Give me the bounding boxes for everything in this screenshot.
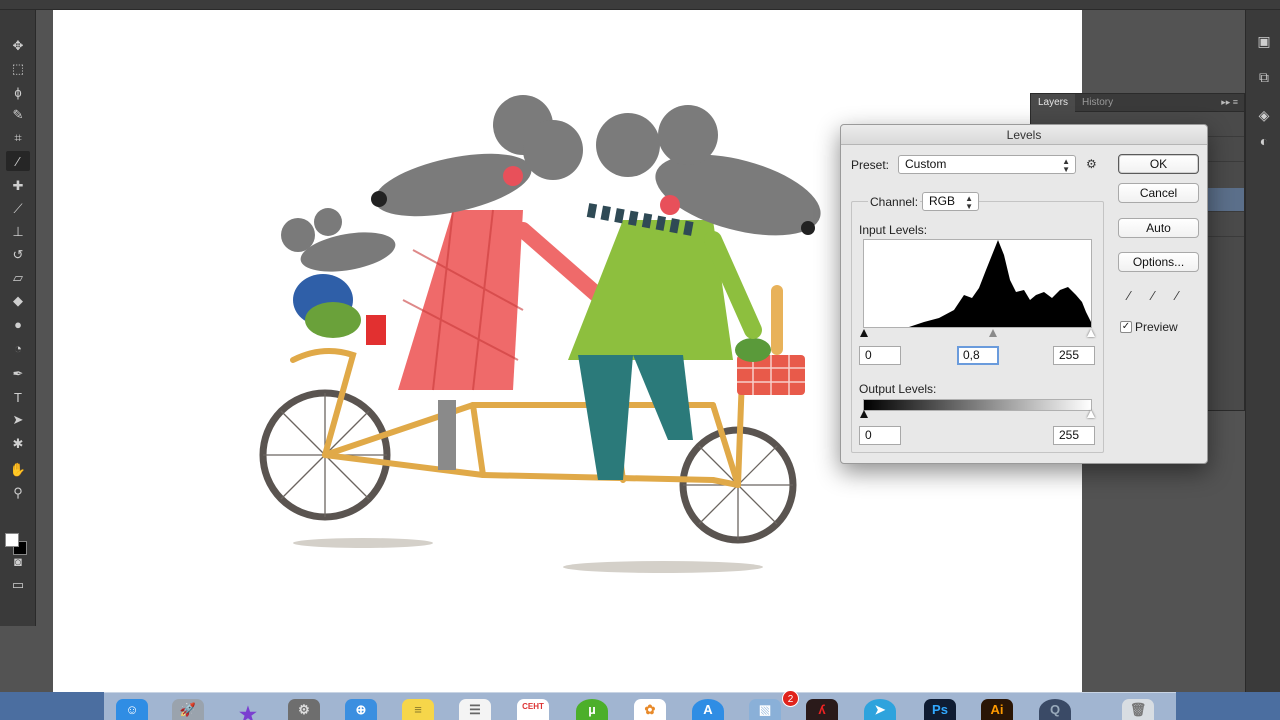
preview-icon[interactable]: ▧ xyxy=(749,699,781,720)
output-black-slider[interactable] xyxy=(860,410,868,418)
calendar-month: СЕНТ xyxy=(522,702,544,711)
channel-value: RGB xyxy=(929,194,956,208)
white-point-eyedropper-icon[interactable]: ⁄ xyxy=(1176,288,1192,304)
acrobat-icon[interactable]: ʎ xyxy=(806,699,838,720)
eyedropper-tool-icon[interactable]: ⁄ xyxy=(6,151,30,171)
trash-icon[interactable]: 🗑 xyxy=(1122,699,1154,720)
channel-label: Channel: xyxy=(868,195,921,209)
path-selection-tool-icon[interactable]: ➤ xyxy=(6,410,30,430)
tab-history[interactable]: History xyxy=(1075,94,1120,112)
layers-icon[interactable]: ◈ xyxy=(1255,106,1273,124)
preset-options-gear-icon[interactable]: ⚙ xyxy=(1086,157,1097,171)
hand-tool-icon[interactable]: ✋ xyxy=(6,460,30,480)
calendar-icon[interactable]: СЕНТ xyxy=(517,699,549,720)
blur-tool-icon[interactable]: ● xyxy=(6,314,30,334)
launchpad-icon[interactable]: 🚀 xyxy=(172,699,204,720)
tools-panel: ✥ ⬚ ϕ ✎ ⌗ ⁄ ✚ ⟋ ⊥ ↺ ▱ ◆ ● ◔ ✒ T ➤ ✱ ✋ ⚲ … xyxy=(0,10,36,626)
crop-tool-icon[interactable]: ⌗ xyxy=(6,128,30,148)
macos-dock: ☺ 🚀 ★ ⚙ ⊕ ≡ ☰ СЕНТ µ ✿ A ▧ 2 ʎ ➤ Ps Ai Q… xyxy=(104,690,1176,720)
marquee-tool-icon[interactable]: ⬚ xyxy=(6,59,30,79)
output-black-field[interactable]: 0 xyxy=(859,426,901,445)
imovie-icon[interactable]: ★ xyxy=(232,699,264,720)
illustrator-label: Ai xyxy=(990,702,1004,717)
dialog-title: Levels xyxy=(841,125,1207,145)
panel-menu-icon[interactable]: ▸▸ ≡ xyxy=(1221,97,1238,108)
preview-checkbox[interactable]: ✓ xyxy=(1120,321,1132,333)
foreground-color-swatch[interactable] xyxy=(5,533,19,547)
telegram-icon[interactable]: ➤ xyxy=(864,699,896,720)
photos-icon[interactable]: ✿ xyxy=(634,699,666,720)
system-preferences-icon[interactable]: ⚙ xyxy=(288,699,320,720)
eraser-tool-icon[interactable]: ▱ xyxy=(6,268,30,288)
quick-mask-icon[interactable]: ◙ xyxy=(6,551,30,571)
preview-label: Preview xyxy=(1135,320,1178,334)
output-levels-label: Output Levels: xyxy=(859,382,937,396)
output-white-slider[interactable] xyxy=(1087,410,1095,418)
input-gamma-slider[interactable] xyxy=(989,329,997,337)
quick-selection-tool-icon[interactable]: ✎ xyxy=(6,105,30,125)
input-gamma-field[interactable]: 0,8 xyxy=(957,346,999,365)
output-white-field[interactable]: 255 xyxy=(1053,426,1095,445)
options-bar xyxy=(0,0,1280,10)
notification-badge: 2 xyxy=(782,690,799,707)
paint-bucket-tool-icon[interactable]: ◆ xyxy=(6,291,30,311)
lasso-tool-icon[interactable]: ϕ xyxy=(6,82,30,102)
illustrator-icon[interactable]: Ai xyxy=(981,699,1013,720)
reminders-icon[interactable]: ☰ xyxy=(459,699,491,720)
clone-stamp-tool-icon[interactable]: ⊥ xyxy=(6,222,30,242)
right-panel-dock: ▣ ⧉ ◈ ◐ xyxy=(1245,10,1280,692)
tab-layers[interactable]: Layers xyxy=(1031,93,1076,112)
safari-icon[interactable]: ⊕ xyxy=(345,699,377,720)
gray-point-eyedropper-icon[interactable]: ⁄ xyxy=(1152,288,1168,304)
screen-mode-icon[interactable]: ▭ xyxy=(6,575,30,595)
histogram xyxy=(863,239,1092,328)
type-tool-icon[interactable]: T xyxy=(6,387,30,407)
pen-tool-icon[interactable]: ✒ xyxy=(6,364,30,384)
custom-shape-tool-icon[interactable]: ✱ xyxy=(6,434,30,454)
channel-select[interactable]: RGB ▲ ▼ xyxy=(922,192,979,211)
brush-tool-icon[interactable]: ⟋ xyxy=(6,199,30,219)
dodge-tool-icon[interactable]: ◔ xyxy=(6,338,30,358)
preset-label: Preset: xyxy=(851,158,890,172)
options-button[interactable]: Options... xyxy=(1118,252,1199,272)
history-brush-tool-icon[interactable]: ↺ xyxy=(6,245,30,265)
photoshop-icon[interactable]: Ps xyxy=(924,699,956,720)
notes-icon[interactable]: ≡ xyxy=(402,699,434,720)
levels-dialog: Levels Preset: Custom ▲ ▼ ⚙ Channel: RGB … xyxy=(840,124,1208,464)
select-arrows-icon: ▲ ▼ xyxy=(1062,157,1070,174)
histogram-shape xyxy=(864,240,1091,327)
zoom-tool-icon[interactable]: ⚲ xyxy=(6,483,30,503)
healing-brush-tool-icon[interactable]: ✚ xyxy=(6,176,30,196)
finder-icon[interactable]: ☺ xyxy=(116,699,148,720)
auto-button[interactable]: Auto xyxy=(1118,218,1199,238)
quicktime-icon[interactable]: Q xyxy=(1039,699,1071,720)
ok-button[interactable]: OK xyxy=(1118,154,1199,174)
utorrent-icon[interactable]: µ xyxy=(576,699,608,720)
properties-icon[interactable]: ⧉ xyxy=(1255,68,1273,86)
move-tool-icon[interactable]: ✥ xyxy=(6,36,30,56)
layers-panel-tabs: Layers History ▸▸ ≡ xyxy=(1031,93,1244,112)
black-point-eyedropper-icon[interactable]: ⁄ xyxy=(1128,288,1144,304)
cancel-button[interactable]: Cancel xyxy=(1118,183,1199,203)
input-black-field[interactable]: 0 xyxy=(859,346,901,365)
preset-select[interactable]: Custom ▲ ▼ xyxy=(898,155,1076,174)
output-gradient-bar xyxy=(863,399,1092,411)
input-levels-label: Input Levels: xyxy=(859,223,928,237)
app-store-icon[interactable]: A xyxy=(692,699,724,720)
select-arrows-icon: ▲ ▼ xyxy=(965,194,973,211)
libraries-icon[interactable]: ▣ xyxy=(1255,32,1273,50)
photoshop-label: Ps xyxy=(932,702,948,717)
adjustments-icon[interactable]: ◐ xyxy=(1255,132,1273,150)
input-black-slider[interactable] xyxy=(860,329,868,337)
input-white-slider[interactable] xyxy=(1087,329,1095,337)
input-white-field[interactable]: 255 xyxy=(1053,346,1095,365)
preset-value: Custom xyxy=(905,157,947,171)
